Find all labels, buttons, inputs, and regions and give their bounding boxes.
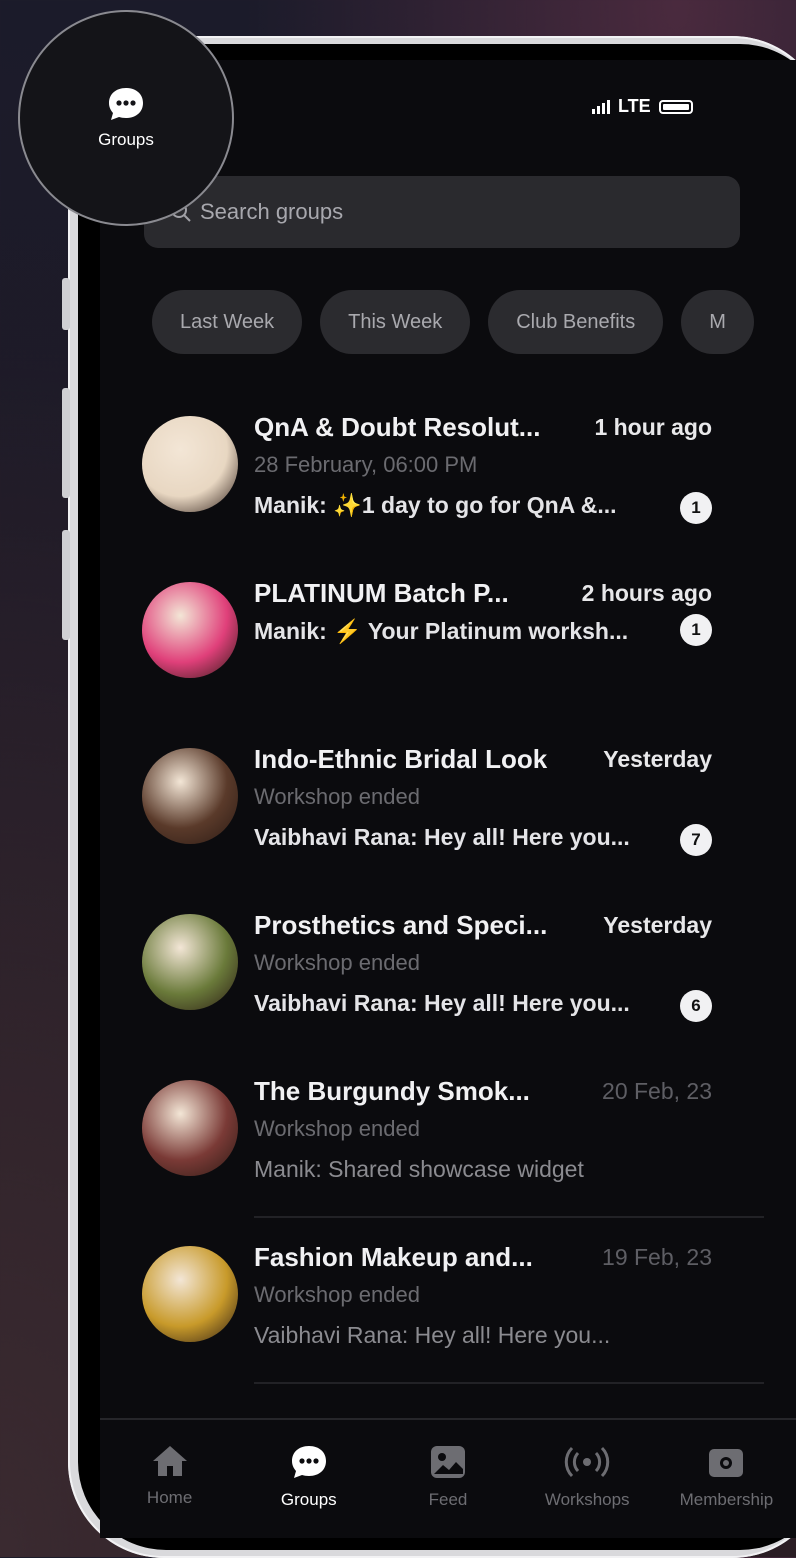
group-subtitle: Workshop ended xyxy=(254,1282,420,1307)
status-indicators: LTE xyxy=(592,96,693,117)
chip-last-week[interactable]: Last Week xyxy=(152,290,303,354)
nav-label: Feed xyxy=(428,1490,468,1509)
group-time: Yesterday xyxy=(603,912,712,938)
group-row[interactable]: Indo-Ethnic Bridal Look Yesterday Worksh… xyxy=(142,722,764,888)
nav-home[interactable]: Home xyxy=(100,1420,239,1538)
image-icon xyxy=(431,1446,465,1478)
chip-club-benefits[interactable]: Club Benefits xyxy=(488,290,664,354)
volume-down-button xyxy=(62,530,70,640)
nav-label: Home xyxy=(146,1488,193,1507)
volume-up-button xyxy=(62,388,70,498)
nav-membership[interactable]: Membership xyxy=(657,1420,796,1538)
chat-bubble-icon xyxy=(109,88,143,120)
group-avatar xyxy=(142,748,238,844)
group-last-message: Manik: Shared showcase widget xyxy=(254,1156,584,1182)
group-last-message: Vaibhavi Rana: Hey all! Here you... xyxy=(254,1322,611,1348)
group-title: PLATINUM Batch P... xyxy=(254,578,509,608)
group-avatar xyxy=(142,1080,238,1176)
group-row[interactable]: The Burgundy Smok... 20 Feb, 23 Workshop… xyxy=(142,1054,764,1220)
group-title: QnA & Doubt Resolut... xyxy=(254,412,541,442)
group-row[interactable]: Prosthetics and Speci... Yesterday Works… xyxy=(142,888,764,1054)
chat-bubble-icon xyxy=(291,1446,326,1478)
group-title: Prosthetics and Speci... xyxy=(254,910,548,940)
unread-badge: 1 xyxy=(680,492,712,524)
camera-icon xyxy=(709,1449,744,1477)
group-time: 2 hours ago xyxy=(581,580,712,606)
group-title: Indo-Ethnic Bridal Look xyxy=(254,744,548,774)
group-last-message: Manik: ⚡ Your Platinum worksh... xyxy=(254,618,629,644)
nav-feed[interactable]: Feed xyxy=(378,1420,517,1538)
home-icon xyxy=(152,1446,187,1476)
group-subtitle: 28 February, 06:00 PM xyxy=(254,452,478,477)
unread-badge: 1 xyxy=(680,614,712,646)
group-title: The Burgundy Smok... xyxy=(254,1076,530,1106)
group-last-message: Vaibhavi Rana: Hey all! Here you... xyxy=(254,990,630,1016)
broadcast-icon xyxy=(565,1446,610,1478)
chip-more[interactable]: M xyxy=(681,290,754,354)
nav-label: Membership xyxy=(679,1490,774,1509)
group-list: QnA & Doubt Resolut... 1 hour ago 28 Feb… xyxy=(142,390,764,1386)
unread-badge: 7 xyxy=(680,824,712,856)
battery-icon xyxy=(658,99,693,114)
filter-chips: Last Week This Week Club Benefits M xyxy=(152,290,764,354)
group-row[interactable]: Fashion Makeup and... 19 Feb, 23 Worksho… xyxy=(142,1220,764,1386)
network-label: LTE xyxy=(618,96,651,116)
group-avatar xyxy=(142,416,238,512)
group-avatar xyxy=(142,914,238,1010)
nav-groups[interactable]: Groups xyxy=(239,1420,378,1538)
nav-label: Workshops xyxy=(544,1490,630,1509)
group-subtitle: Workshop ended xyxy=(254,784,420,809)
nav-label: Groups xyxy=(280,1490,337,1509)
group-avatar xyxy=(142,1246,238,1342)
group-time: 19 Feb, 23 xyxy=(602,1244,712,1270)
group-time: Yesterday xyxy=(603,746,712,772)
groups-callout: Groups xyxy=(18,10,234,226)
bottom-nav: Home Groups Feed Workshops Membership xyxy=(100,1418,796,1538)
group-row[interactable]: PLATINUM Batch P... 2 hours ago Manik: ⚡… xyxy=(142,556,764,722)
group-time: 20 Feb, 23 xyxy=(602,1078,712,1104)
callout-label: Groups xyxy=(98,130,154,149)
chip-this-week[interactable]: This Week xyxy=(320,290,471,354)
signal-icon xyxy=(592,99,610,114)
nav-workshops[interactable]: Workshops xyxy=(518,1420,657,1538)
group-last-message: Manik: ✨1 day to go for QnA &... xyxy=(254,492,617,518)
group-subtitle: Workshop ended xyxy=(254,1116,420,1141)
group-last-message: Vaibhavi Rana: Hey all! Here you... xyxy=(254,824,630,850)
search-placeholder: Search groups xyxy=(200,199,344,224)
search-input[interactable]: Search groups xyxy=(144,176,740,248)
group-time: 1 hour ago xyxy=(594,414,712,440)
group-row[interactable]: QnA & Doubt Resolut... 1 hour ago 28 Feb… xyxy=(142,390,764,556)
unread-badge: 6 xyxy=(680,990,712,1022)
group-subtitle: Workshop ended xyxy=(254,950,420,975)
mute-switch xyxy=(62,278,70,330)
group-title: Fashion Makeup and... xyxy=(254,1242,533,1272)
group-avatar xyxy=(142,582,238,678)
